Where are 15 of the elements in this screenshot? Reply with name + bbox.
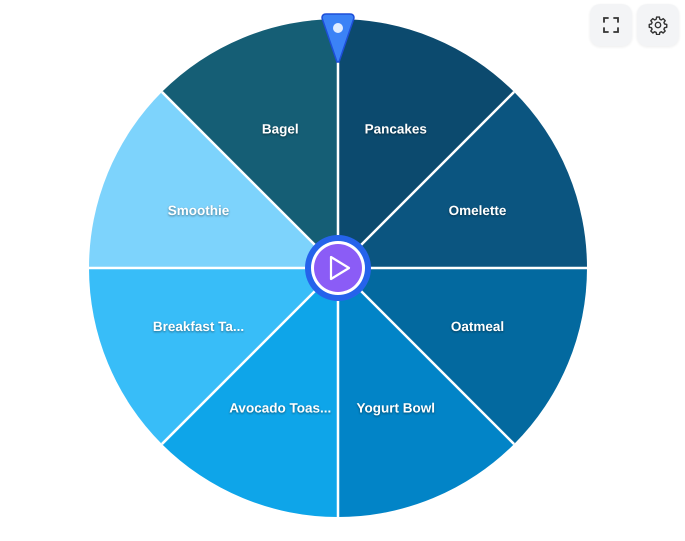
spin-button[interactable] [305,235,371,301]
segment-label: Pancakes [364,122,427,136]
segment-label: Bagel [262,122,299,136]
pointer-marker [321,13,355,63]
segment-label: Breakfast Ta... [152,318,244,334]
segment-label: Omelette [448,203,506,218]
segment-label: Yogurt Bowl [356,400,436,416]
fullscreen-button[interactable] [590,4,632,46]
settings-icon [648,15,668,35]
settings-button[interactable] [637,4,679,46]
play-icon [330,256,350,280]
fullscreen-icon [602,16,620,34]
segment-label: Oatmeal [450,318,504,334]
segment-label: Avocado Toas... [229,400,332,416]
segment-label: Smoothie [168,203,230,218]
